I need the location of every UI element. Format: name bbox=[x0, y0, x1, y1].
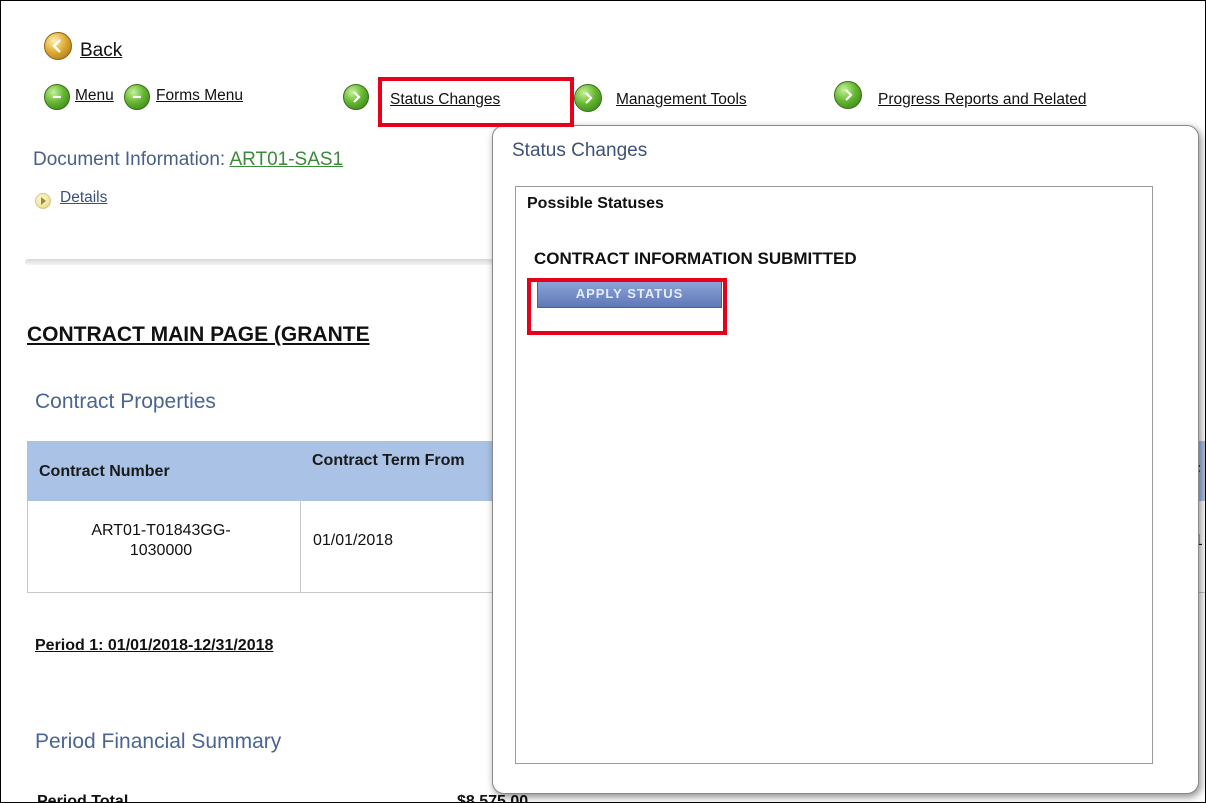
column-header-text: Contract Term From bbox=[312, 452, 465, 469]
popup-title: Status Changes bbox=[512, 140, 648, 161]
status-name: CONTRACT INFORMATION SUBMITTED bbox=[534, 249, 857, 268]
contract-properties-heading: Contract Properties bbox=[35, 390, 216, 413]
page: Back Menu Forms Menu Status Changes Mana… bbox=[0, 0, 1206, 803]
apply-status-highlight bbox=[527, 278, 727, 335]
document-information: Document Information: ART01-SAS1 bbox=[33, 149, 343, 171]
contract-number-line2: 1030000 bbox=[129, 542, 193, 559]
contract-number-cell: ART01-T01843GG- 1030000 bbox=[41, 521, 281, 561]
expand-arrow-icon[interactable] bbox=[35, 193, 51, 209]
status-changes-icon[interactable] bbox=[343, 84, 369, 110]
nav-menu-link[interactable]: Menu bbox=[75, 87, 114, 105]
details-link[interactable]: Details bbox=[60, 189, 107, 207]
nav-management-tools-link[interactable]: Management Tools bbox=[616, 91, 747, 109]
column-header-contract-term-from: Contract Term From bbox=[312, 451, 482, 470]
page-title: CONTRACT MAIN PAGE (GRANTE bbox=[27, 323, 370, 346]
menu-icon[interactable] bbox=[44, 84, 70, 110]
management-tools-icon[interactable] bbox=[574, 84, 602, 112]
contract-number-line1: ART01-T01843GG- bbox=[91, 522, 231, 539]
column-header-contract-number: Contract Number bbox=[39, 463, 170, 480]
period-total-label: Period Total bbox=[37, 794, 129, 803]
back-link[interactable]: Back bbox=[80, 40, 122, 62]
status-changes-popup: Status Changes Possible Statuses CONTRAC… bbox=[492, 125, 1199, 794]
period-link[interactable]: Period 1: 01/01/2018-12/31/2018 bbox=[35, 637, 273, 655]
possible-statuses-label: Possible Statuses bbox=[527, 195, 664, 212]
table-row-left-border bbox=[27, 501, 28, 593]
contract-term-from-cell: 01/01/2018 bbox=[313, 532, 394, 549]
document-id-link[interactable]: ART01-SAS1 bbox=[229, 149, 343, 170]
divider bbox=[25, 259, 495, 265]
status-changes-highlight bbox=[378, 77, 574, 127]
back-arrow-icon[interactable] bbox=[44, 32, 72, 60]
table-cell-divider bbox=[300, 501, 301, 593]
financial-summary-row: Period Total $8,575.00 bbox=[27, 794, 1205, 803]
nav-forms-menu-link[interactable]: Forms Menu bbox=[156, 87, 243, 105]
possible-statuses-panel: Possible Statuses CONTRACT INFORMATION S… bbox=[515, 186, 1153, 764]
progress-reports-icon[interactable] bbox=[834, 81, 862, 109]
forms-menu-icon[interactable] bbox=[124, 84, 150, 110]
period-total-value: $8,575.00 bbox=[457, 794, 529, 803]
document-info-label: Document Information: bbox=[33, 149, 230, 170]
period-financial-summary-heading: Period Financial Summary bbox=[35, 730, 282, 753]
nav-progress-reports-link[interactable]: Progress Reports and Related bbox=[878, 91, 1087, 109]
